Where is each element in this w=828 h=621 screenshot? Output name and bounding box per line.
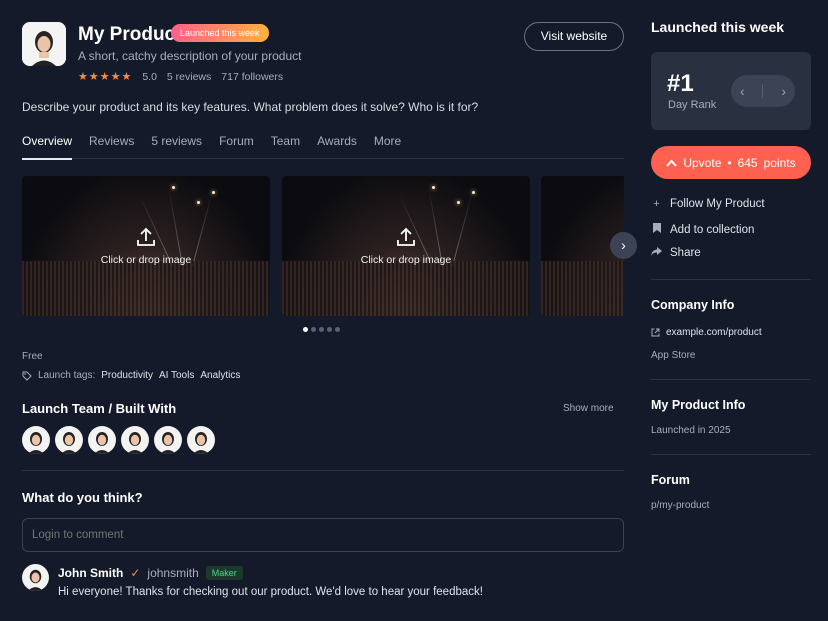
upload-label: Click or drop image [100,254,192,266]
rating-row: ★★★★★ 5.0 5 reviews 717 followers [78,70,284,84]
forum-link[interactable]: p/my-product [651,500,709,511]
product-description: Describe your product and its key featur… [22,100,479,114]
divider [651,454,811,455]
gallery-slide[interactable]: Click or drop image [282,176,530,316]
company-link[interactable]: example.com/product [651,327,762,338]
pricing-label: Free [22,351,43,362]
tab-forum[interactable]: Forum [219,134,254,159]
gallery-pagination [303,327,340,332]
avatar[interactable] [121,426,149,454]
avatar[interactable] [88,426,116,454]
plus-icon: + [653,198,660,210]
app-store-link[interactable]: App Store [651,350,695,361]
launched-badge: Launched this week [171,24,269,42]
forum-title: Forum [651,473,690,487]
pagination-dot[interactable] [311,327,316,332]
follow-label: Follow My Product [670,198,765,210]
upload-icon [137,227,155,246]
avatar[interactable] [187,426,215,454]
tab-bar: Overview Reviews 5 reviews Forum Team Aw… [22,134,624,160]
divider [22,470,624,471]
pagination-dot[interactable] [335,327,340,332]
pagination-dot[interactable] [303,327,308,332]
chevron-right-icon[interactable]: › [781,83,786,99]
visit-website-button[interactable]: Visit website [524,22,624,51]
upvote-count: 645 [737,155,758,170]
tag-productivity[interactable]: Productivity [101,370,153,381]
comment-input[interactable] [22,518,624,552]
avatar[interactable] [22,426,50,454]
company-info-title: Company Info [651,298,735,312]
comment-handle[interactable]: johnsmith [147,566,198,580]
comments-title: What do you think? [22,490,143,505]
show-more-link[interactable]: Show more [563,403,614,414]
divider [651,279,811,280]
upvote-label: Upvote [683,155,722,170]
upvote-arrow-icon [666,159,678,167]
launched-year: Launched in 2025 [651,425,731,436]
tab-team[interactable]: Team [271,134,300,159]
follow-action[interactable]: + Follow My Product [651,198,765,210]
tab-awards[interactable]: Awards [317,134,357,159]
reviews-count[interactable]: 5 reviews [167,71,211,83]
tab-reviews[interactable]: Reviews [89,134,134,159]
external-link-icon [651,328,660,337]
tag-analytics[interactable]: Analytics [200,370,240,381]
share-icon [651,247,662,259]
product-info-title: My Product Info [651,398,746,412]
upload-label: Click or drop image [360,254,452,266]
share-action[interactable]: Share [651,247,701,259]
avatar[interactable] [55,426,83,454]
collection-label: Add to collection [670,223,755,236]
rating-stars-icon: ★★★★★ [78,71,133,83]
team-avatars [22,426,215,454]
sidebar-title: Launched this week [651,19,785,35]
product-logo [22,22,66,66]
avatar[interactable] [22,564,49,591]
verified-icon: ✓ [130,566,141,580]
divider [651,379,811,380]
bookmark-icon [651,223,662,236]
maker-badge: Maker [205,566,243,580]
rating-value: 5.0 [142,70,157,83]
collection-action[interactable]: Add to collection [651,223,754,236]
rank-number: #1 [667,70,694,97]
upvote-button[interactable]: Upvote • 645 points [651,146,811,179]
tag-icon [22,371,32,381]
media-gallery: Click or drop image Click or drop image [22,176,624,316]
upvote-suffix: points [763,155,796,170]
comment-header: John Smith ✓ johnsmith Maker [58,566,243,580]
upload-icon [397,227,415,246]
product-tagline: A short, catchy description of your prod… [78,49,302,63]
tag-ai-tools[interactable]: AI Tools [159,370,194,381]
tab-more[interactable]: More [374,134,401,159]
launch-tags-label: Launch tags: [38,370,96,381]
comment-author[interactable]: John Smith [58,566,123,580]
team-section-title: Launch Team / Built With [22,401,177,416]
avatar[interactable] [154,426,182,454]
share-label: Share [670,247,701,259]
rank-nav: ‹ › [731,75,795,107]
pagination-dot[interactable] [319,327,324,332]
tab-5-reviews[interactable]: 5 reviews [151,134,202,159]
tab-overview[interactable]: Overview [22,134,73,160]
gallery-slide[interactable]: Click or drop image [22,176,270,316]
chevron-right-icon: › [621,237,626,253]
comment-text: Hi everyone! Thanks for checking out our… [58,586,483,598]
followers-count: 717 followers [221,70,284,83]
pagination-dot[interactable] [327,327,332,332]
chevron-left-icon[interactable]: ‹ [740,83,745,99]
upvote-separator: • [727,155,732,170]
company-link-text: example.com/product [666,327,762,338]
launch-tags: Launch tags: Productivity AI Tools Analy… [22,370,240,381]
gallery-next-button[interactable]: › [610,232,637,259]
rank-label: Day Rank [668,99,717,111]
product-title: My Product [78,24,182,45]
